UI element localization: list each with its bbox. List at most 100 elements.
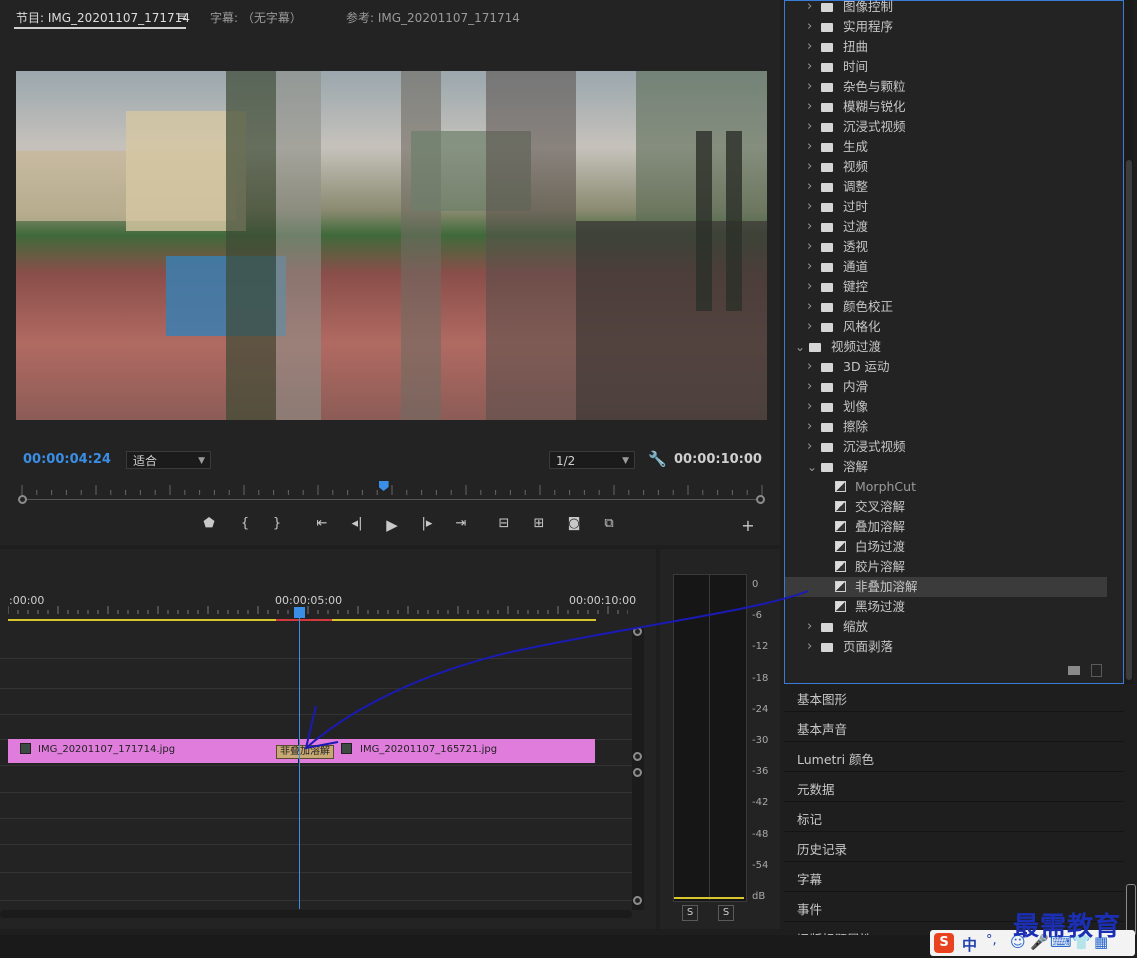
effects-scroll-thumb[interactable]	[1126, 160, 1132, 680]
effects-folder-row[interactable]: › 3D 运动	[785, 357, 1107, 377]
tab-captions[interactable]: 字幕: （无字幕）	[210, 9, 302, 26]
chevron-right-icon[interactable]: ›	[807, 0, 812, 17]
extract-icon[interactable]: ⊞	[529, 516, 549, 531]
scrub-start-handle[interactable]	[18, 495, 27, 504]
ime-punctuation[interactable]: °,	[986, 933, 997, 948]
panel-markers[interactable]: 标记	[797, 809, 822, 828]
ime-logo[interactable]: S	[934, 933, 954, 953]
chevron-down-icon[interactable]: ⌄	[795, 337, 805, 357]
chevron-right-icon[interactable]: ›	[807, 57, 812, 77]
effects-folder-row[interactable]: › 沉浸式视频	[785, 437, 1107, 457]
chevron-right-icon[interactable]: ›	[807, 237, 812, 257]
effects-folder-row[interactable]: › 图像控制	[785, 0, 1107, 17]
vscroll-handle[interactable]	[633, 768, 642, 777]
effect-item-row[interactable]: MorphCut	[785, 477, 1107, 497]
effects-folder-row[interactable]: › 过时	[785, 197, 1107, 217]
chevron-right-icon[interactable]: ›	[807, 17, 812, 37]
transition-block[interactable]: 非叠加溶解	[276, 745, 334, 759]
current-timecode[interactable]: 00:00:04:24	[23, 452, 111, 467]
effect-item-row[interactable]: 白场过渡	[785, 537, 1107, 557]
lift-icon[interactable]: ⊟	[494, 516, 514, 531]
effects-folder-row[interactable]: › 杂色与颗粒	[785, 77, 1107, 97]
chevron-right-icon[interactable]: ›	[807, 277, 812, 297]
chevron-right-icon[interactable]: ›	[807, 617, 812, 637]
chevron-right-icon[interactable]: ›	[807, 417, 812, 437]
effects-folder-row[interactable]: › 生成	[785, 137, 1107, 157]
effects-folder-row[interactable]: ⌄ 溶解	[785, 457, 1107, 477]
panel-essential-graphics[interactable]: 基本图形	[797, 689, 847, 708]
go-to-out-icon[interactable]: ⇥	[451, 516, 471, 531]
effect-item-row[interactable]: 胶片溶解	[785, 557, 1107, 577]
chevron-right-icon[interactable]: ›	[807, 97, 812, 117]
resolution-dropdown[interactable]: 1/2 ▼	[549, 451, 635, 469]
solo-right-button[interactable]: S	[718, 905, 734, 921]
chevron-right-icon[interactable]: ›	[807, 437, 812, 457]
effects-folder-row[interactable]: › 视频	[785, 157, 1107, 177]
chevron-right-icon[interactable]: ›	[807, 77, 812, 97]
scrub-end-handle[interactable]	[756, 495, 765, 504]
vscroll-handle[interactable]	[633, 752, 642, 761]
effects-folder-row[interactable]: › 内滑	[785, 377, 1107, 397]
chevron-right-icon[interactable]: ›	[807, 117, 812, 137]
effect-item-row[interactable]: 黑场过渡	[785, 597, 1107, 617]
timeline-clip[interactable]: IMG_20201107_165721.jpg	[299, 739, 595, 763]
effects-folder-row[interactable]: › 调整	[785, 177, 1107, 197]
play-icon[interactable]: ▶	[382, 516, 402, 534]
effects-folder-row[interactable]: › 时间	[785, 57, 1107, 77]
export-frame-icon[interactable]: ◙	[564, 516, 584, 531]
wrench-icon[interactable]: 🔧	[648, 450, 667, 468]
chevron-right-icon[interactable]: ›	[807, 397, 812, 417]
effects-folder-row[interactable]: › 扭曲	[785, 37, 1107, 57]
effects-folder-row[interactable]: › 模糊与锐化	[785, 97, 1107, 117]
track-area[interactable]	[0, 628, 632, 910]
effects-folder-row[interactable]: › 沉浸式视频	[785, 117, 1107, 137]
effects-folder-row[interactable]: › 擦除	[785, 417, 1107, 437]
new-bin-icon[interactable]	[1068, 666, 1080, 675]
panels-scroll-thumb[interactable]	[1126, 884, 1136, 936]
effect-item-row[interactable]: 叠加溶解	[785, 517, 1107, 537]
trash-icon[interactable]	[1091, 664, 1102, 677]
timeline-hscroll[interactable]	[0, 910, 632, 918]
chevron-right-icon[interactable]: ›	[807, 637, 812, 657]
panel-essential-sound[interactable]: 基本声音	[797, 719, 847, 738]
monitor-scrub-bar[interactable]	[22, 499, 760, 500]
solo-left-button[interactable]: S	[682, 905, 698, 921]
effects-folder-row[interactable]: › 缩放	[785, 617, 1107, 637]
effects-folder-row[interactable]: › 透视	[785, 237, 1107, 257]
chevron-right-icon[interactable]: ›	[807, 197, 812, 217]
panel-captions[interactable]: 字幕	[797, 869, 822, 888]
effects-folder-row[interactable]: › 实用程序	[785, 17, 1107, 37]
vscroll-handle[interactable]	[633, 896, 642, 905]
fit-dropdown[interactable]: 适合 ▼	[126, 451, 211, 469]
effect-item-row[interactable]: 非叠加溶解	[785, 577, 1107, 597]
chevron-right-icon[interactable]: ›	[807, 357, 812, 377]
panel-metadata[interactable]: 元数据	[797, 779, 835, 798]
mark-out-icon[interactable]: }	[267, 516, 287, 531]
effects-folder-row[interactable]: ⌄ 视频过渡	[785, 337, 1107, 357]
chevron-right-icon[interactable]: ›	[807, 177, 812, 197]
chevron-down-icon[interactable]: ⌄	[807, 457, 817, 477]
effects-folder-row[interactable]: › 页面剥落	[785, 637, 1107, 657]
effects-folder-row[interactable]: › 通道	[785, 257, 1107, 277]
chevron-right-icon[interactable]: ›	[807, 257, 812, 277]
add-button-icon[interactable]: +	[738, 516, 758, 535]
effects-folder-row[interactable]: › 划像	[785, 397, 1107, 417]
effects-folder-row[interactable]: › 颜色校正	[785, 297, 1107, 317]
chevron-right-icon[interactable]: ›	[807, 217, 812, 237]
timeline-playhead[interactable]	[294, 607, 305, 618]
add-marker-icon[interactable]: ⬟	[199, 516, 219, 531]
chevron-right-icon[interactable]: ›	[807, 37, 812, 57]
mark-in-icon[interactable]: {	[235, 516, 255, 531]
panel-lumetri-color[interactable]: Lumetri 颜色	[797, 749, 874, 768]
timeline-clip[interactable]: IMG_20201107_171714.jpg	[8, 739, 298, 763]
effects-scrollbar[interactable]	[1124, 0, 1134, 684]
chevron-right-icon[interactable]: ›	[807, 317, 812, 337]
panel-history[interactable]: 历史记录	[797, 839, 847, 858]
effects-folder-row[interactable]: › 风格化	[785, 317, 1107, 337]
panel-events[interactable]: 事件	[797, 899, 822, 918]
panel-menu-icon[interactable]: ≡	[177, 9, 187, 23]
go-to-in-icon[interactable]: ⇤	[312, 516, 332, 531]
effect-item-row[interactable]: 交叉溶解	[785, 497, 1107, 517]
vscroll-handle[interactable]	[633, 627, 642, 636]
chevron-right-icon[interactable]: ›	[807, 297, 812, 317]
